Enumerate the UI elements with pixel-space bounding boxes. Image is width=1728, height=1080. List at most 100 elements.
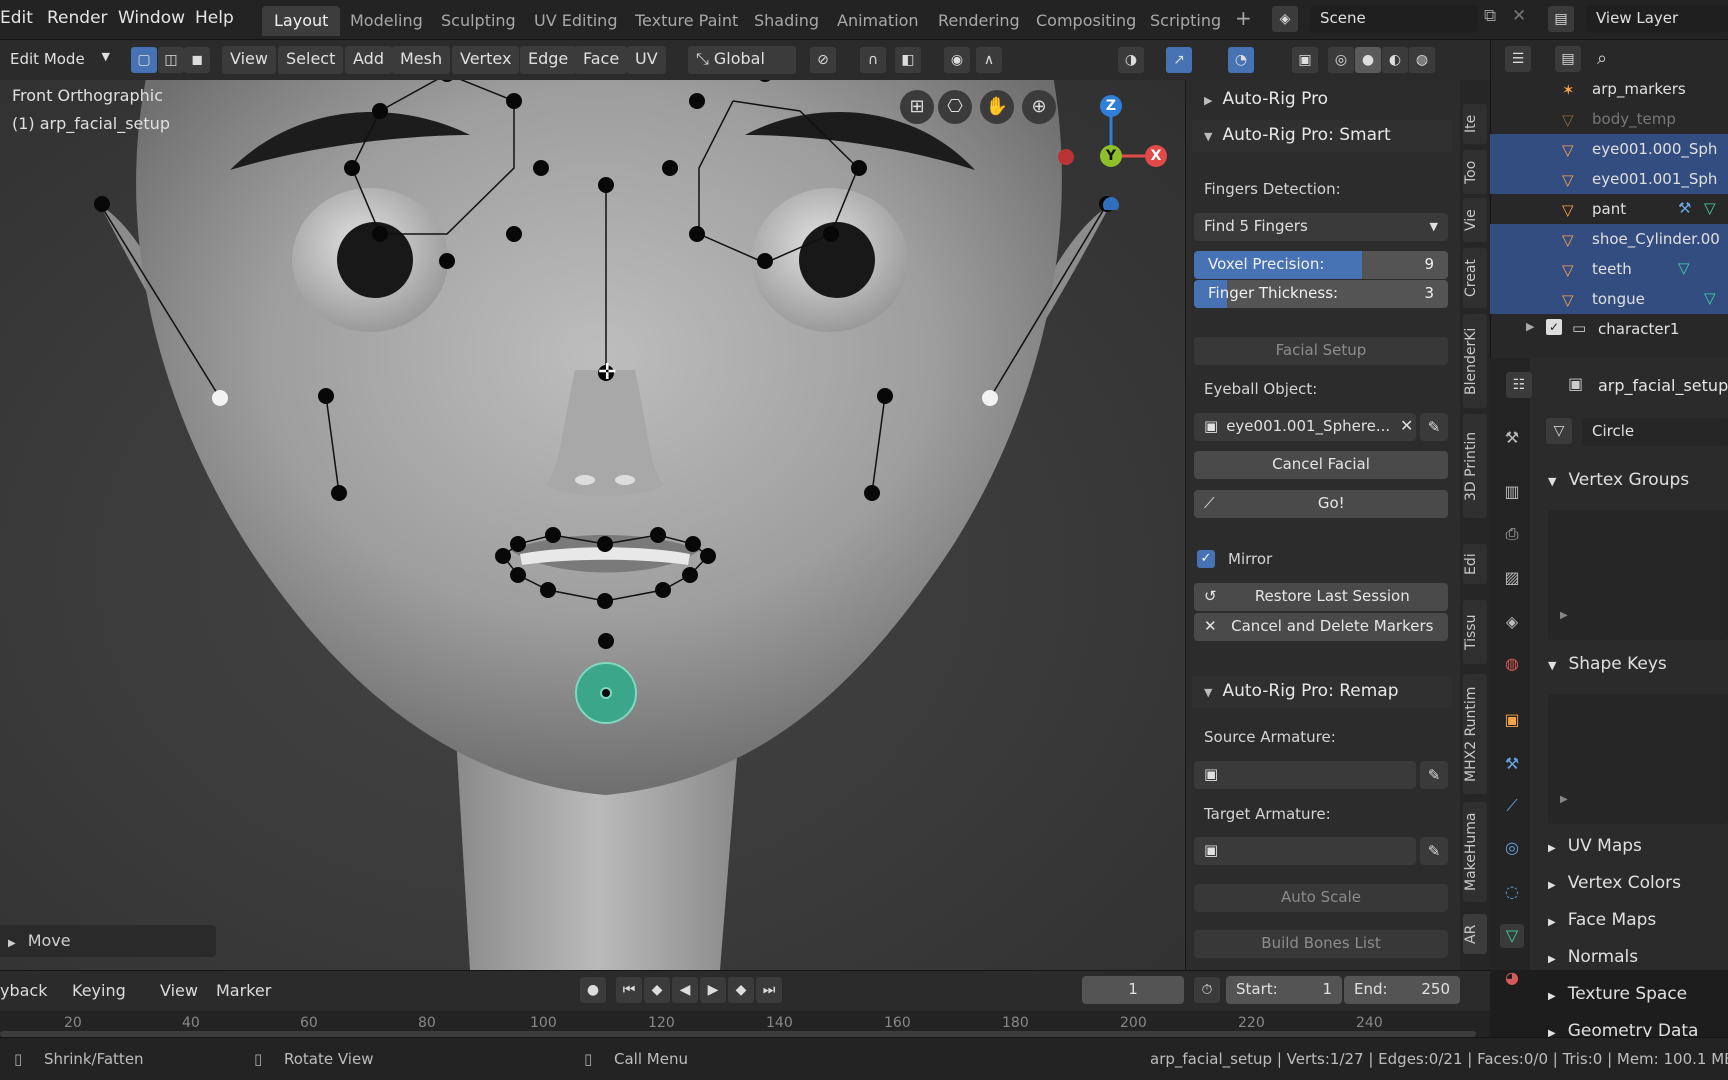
solid-shading-icon[interactable]: ● [1355,47,1381,73]
marker-cheek[interactable] [318,388,334,404]
proportional-edit-icon[interactable]: ◉ [944,47,970,73]
marker-jaw[interactable] [864,485,880,501]
face-menu[interactable]: Face [575,46,628,74]
shape-keys-list[interactable]: ▶ [1548,694,1728,824]
menu-render[interactable]: Render [47,8,108,28]
view-menu[interactable]: View [222,46,276,74]
outliner-item[interactable]: ▽ tongue ▽ [1490,284,1728,314]
source-armature-field[interactable]: ▣ [1194,761,1416,789]
jump-start-icon[interactable]: ⏮ [616,977,642,1003]
search-icon[interactable]: ⌕ [1597,48,1607,69]
gizmo-z-axis[interactable]: Z [1100,95,1122,117]
add-menu[interactable]: Add [345,46,392,74]
tab-scripting[interactable]: Scripting [1138,6,1233,36]
outliner-item[interactable]: ▶ ✓ ▭ character1 [1490,314,1728,344]
constraints-icon[interactable]: ◌ [1500,880,1524,904]
tab-tool[interactable]: Too [1463,150,1487,194]
delete-scene-icon[interactable]: ✕ [1512,6,1526,26]
restore-session-button[interactable]: ↺ Restore Last Session [1194,583,1448,611]
gizmo-toggle-icon[interactable]: ↗ [1166,47,1192,73]
face-select-icon[interactable]: ◼ [184,47,210,73]
outliner-item[interactable]: ▽ pant ⚒ ▽ [1490,194,1728,224]
cancel-delete-markers-button[interactable]: ✕ Cancel and Delete Markers [1194,613,1448,641]
timeline-view-menu[interactable]: View [160,981,198,1000]
tab-texture-paint[interactable]: Texture Paint [623,6,750,36]
visibility-icon[interactable]: ◑ [1118,47,1144,73]
outliner-item[interactable]: ▽ shoe_Cylinder.00 [1490,224,1728,254]
tab-create[interactable]: Creat [1463,248,1487,308]
marker-eyelid[interactable] [823,226,839,242]
prev-keyframe-icon[interactable]: ◆ [644,977,670,1003]
copy-scene-icon[interactable]: ⧉ [1484,6,1496,26]
marker-lip[interactable] [510,567,526,583]
overlay-icon[interactable]: ◔ [1228,47,1254,73]
material-icon[interactable]: ◕ [1500,966,1524,990]
playback-menu[interactable]: yback [0,981,48,1000]
marker-chin[interactable] [598,633,614,649]
marker-eyelid[interactable] [851,160,867,176]
edge-select-icon[interactable]: ◫ [158,47,184,73]
tab-3d-printing[interactable]: 3D Printin [1463,414,1487,518]
mesh-data-select-icon[interactable]: ▽ [1546,418,1572,444]
go-button[interactable]: ⟋ Go! [1194,490,1448,518]
filter-icon[interactable]: ▤ [1555,46,1581,72]
editor-type-icon[interactable]: ☷ [1506,372,1532,398]
vertex-groups-section[interactable]: ▼ Vertex Groups [1548,470,1689,490]
eyedropper-icon[interactable]: ✎ [1420,413,1448,441]
gizmo-x-axis[interactable]: X [1145,145,1167,167]
arp-panel-header[interactable]: ▶ Auto-Rig Pro [1192,84,1452,116]
marker-lip[interactable] [545,527,561,543]
render-icon[interactable]: ▥ [1500,480,1524,504]
marker-ear-bottom[interactable] [212,390,228,406]
vertex-select-icon[interactable]: ▢ [131,47,157,73]
marker-nose-bridge[interactable] [598,177,614,193]
marker-lip[interactable] [655,582,671,598]
uv-maps-section[interactable]: ▶ UV Maps [1548,836,1642,856]
marker-eyelid[interactable] [689,226,705,242]
menu-edit[interactable]: Edit [0,8,33,28]
remap-panel-header[interactable]: ▼ Auto-Rig Pro: Remap [1192,676,1452,708]
modifier-icon[interactable]: ⚒ [1500,752,1524,776]
rendered-shading-icon[interactable]: ◍ [1409,47,1435,73]
scene-tab-icon[interactable]: ◈ [1500,610,1524,634]
marker-lip-corner[interactable] [495,548,511,564]
tab-uv-editing[interactable]: UV Editing [522,6,629,36]
frame-ruler[interactable]: 20 40 60 80 100 120 140 160 180 200 220 … [0,1011,1490,1038]
marker-ear-bottom[interactable] [982,390,998,406]
target-armature-field[interactable]: ▣ [1194,837,1416,865]
outliner-item[interactable]: ▽ eye001.001_Sph [1490,164,1728,194]
stopwatch-icon[interactable]: ⏱ [1194,977,1220,1003]
eyedropper-icon[interactable]: ✎ [1420,837,1448,865]
keying-menu[interactable]: Keying [72,981,126,1000]
view-layer-tab-icon[interactable]: ▨ [1500,566,1524,590]
marker-brow[interactable] [372,103,388,119]
object-tab-icon[interactable]: ▣ [1500,708,1524,732]
scene-icon[interactable]: ◈ [1272,6,1298,32]
mode-select[interactable]: Edit Mode ▼ [0,46,120,74]
uv-menu[interactable]: UV [627,46,666,74]
normals-section[interactable]: ▶ Normals [1548,947,1638,967]
xray-icon[interactable]: ▣ [1292,47,1318,73]
tab-view[interactable]: Vie [1463,198,1487,242]
physics-icon[interactable]: ◎ [1500,836,1524,860]
tab-item[interactable]: Ite [1463,104,1487,144]
tab-rendering[interactable]: Rendering [926,6,1032,36]
clear-field-icon[interactable]: ✕ [1400,416,1413,435]
active-marker-handle[interactable] [575,662,637,724]
marker-lip[interactable] [540,582,556,598]
start-frame-field[interactable]: Start: 1 [1226,976,1342,1004]
marker-eyelid[interactable] [439,253,455,269]
voxel-precision-slider[interactable]: Voxel Precision: 9 [1194,251,1448,279]
marker-lip-corner[interactable] [700,548,716,564]
marker-eyelid[interactable] [662,160,678,176]
next-keyframe-icon[interactable]: ◆ [728,977,754,1003]
mirror-checkbox[interactable]: ✓ [1197,550,1215,568]
pan-hand-icon[interactable]: ✋ [980,90,1014,124]
mesh-data-name-field[interactable]: Circle [1582,418,1728,446]
tab-modeling[interactable]: Modeling [338,6,435,36]
mesh-menu[interactable]: Mesh [392,46,451,74]
tab-edit[interactable]: Edi [1463,544,1487,584]
vertex-colors-section[interactable]: ▶ Vertex Colors [1548,873,1681,893]
marker-eyelid[interactable] [533,160,549,176]
outliner-item[interactable]: ▽ body_temp [1490,104,1728,134]
